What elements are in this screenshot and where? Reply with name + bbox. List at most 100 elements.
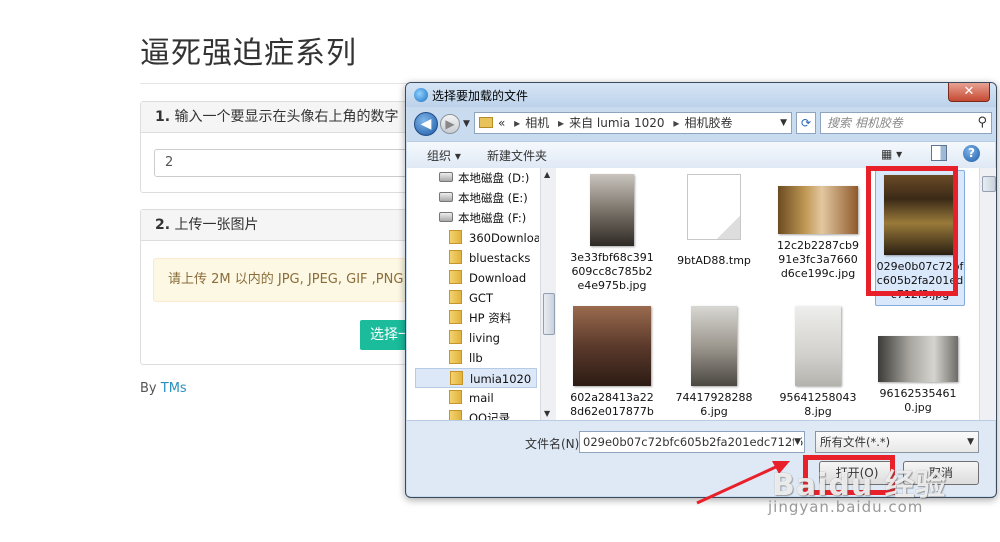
tree-item-label: llb [469,351,483,365]
search-icon[interactable]: ⚲ [977,113,987,133]
tree-item-drive-d[interactable]: 本地磁盘 (D:) [439,168,529,188]
chevron-down-icon[interactable]: ▼ [780,113,787,133]
chevron-down-icon[interactable]: ▼ [967,432,974,452]
tree-item-label: 本地磁盘 (E:) [458,191,528,205]
document-icon [687,174,741,240]
file-name: 744179282886.jpg [675,391,753,418]
address-breadcrumb[interactable]: « ▸ 相机 ▸ 来自 lumia 1020 ▸ 相机胶卷 ▼ [474,112,792,134]
dialog-titlebar: 选择要加载的文件 ✕ [406,83,996,107]
file-item[interactable]: 9btAD88.tmp [671,174,757,268]
tree-item-folder[interactable]: mail [449,388,494,408]
tree-item-label: 360Download [469,231,539,245]
tree-item-folder[interactable]: GCT [449,288,493,308]
file-thumbnail [573,306,651,386]
scroll-thumb[interactable] [543,293,555,335]
tree-item-folder[interactable]: HP 资料 [449,308,511,328]
tree-item-label: QQ记录 [469,411,511,420]
tree-item-label: bluestacks [469,251,531,265]
new-folder-button[interactable]: 新建文件夹 [487,147,547,164]
folder-icon [449,290,462,304]
upload-panel: 2. 上传一张图片 请上传 2M 以内的 JPG, JPEG, GIF ,PNG… [140,209,443,365]
page-title: 逼死强迫症系列 [140,36,357,71]
filename-label: 文件名(N): [525,437,584,451]
folder-icon [449,310,462,324]
breadcrumb-item[interactable]: 相机胶卷 [684,116,732,130]
number-panel-heading: 1. 输入一个要显示在头像右上角的数字 [141,102,441,133]
scroll-up-icon[interactable]: ▲ [544,170,550,179]
file-item[interactable]: 3e33fbf68c391609cc8c785b2e4e975b.jpg [569,174,655,293]
views-icon[interactable]: ▦ ▾ [881,145,919,163]
tree-item-drive-e[interactable]: 本地磁盘 (E:) [439,188,528,208]
address-bar-row: ◀ ▶ ▼ « ▸ 相机 ▸ 来自 lumia 1020 ▸ 相机胶卷 ▼ ⟳ 搜索 … [412,111,992,137]
search-input[interactable]: 搜索 相机胶卷 ⚲ [820,112,992,134]
file-name: 3e33fbf68c391609cc8c785b2e4e975b.jpg [570,251,654,292]
back-arrow-icon[interactable]: ◀ [414,112,438,136]
byline: By TMs [140,381,187,396]
folder-icon [449,390,462,404]
scroll-thumb[interactable] [982,176,996,192]
file-item[interactable]: 12c2b2287cb991e3fc3a7660d6ce199c.jpg [775,174,861,281]
organize-menu[interactable]: 组织 ▾ [427,147,461,164]
file-thumbnail [691,306,737,386]
file-thumbnail [795,306,841,386]
breadcrumb-item[interactable]: 来自 lumia 1020 [569,116,665,130]
file-thumbnail [778,186,858,234]
tree-item-folder[interactable]: QQ记录 [449,408,510,420]
preview-pane-icon[interactable] [931,145,947,161]
file-name: 12c2b2287cb991e3fc3a7660d6ce199c.jpg [776,239,860,280]
file-thumbnail [590,174,634,246]
baidu-watermark-url: jingyan.baidu.com [768,498,924,516]
chevron-right-icon[interactable]: ▸ [514,116,520,130]
filename-input[interactable]: 029e0b07c72bfc605b2fa201edc712f5.jpg ▼ [579,431,805,453]
tree-item-folder[interactable]: living [449,328,500,348]
chevron-down-icon[interactable]: ▼ [794,432,801,452]
tree-item-folder[interactable]: bluestacks [449,248,530,268]
tree-scrollbar[interactable]: ▲ ▼ [540,168,556,420]
help-icon[interactable]: ? [963,145,980,162]
step-number: 1. [155,109,171,125]
file-name: 9btAD88.tmp [677,254,751,267]
author-link[interactable]: TMs [161,381,187,396]
file-name: 961625354610.jpg [879,387,957,414]
tree-item-label: GCT [469,291,493,305]
tree-item-label: lumia1020 [470,372,532,386]
folder-icon [449,270,462,284]
tree-item-folder[interactable]: 360Download [449,228,539,248]
file-list-scrollbar[interactable] [979,168,996,420]
upload-hint-alert: 请上传 2M 以内的 JPG, JPEG, GIF ,PNG 格式图片 [153,258,443,302]
breadcrumb-item[interactable]: 相机 [525,116,549,130]
chevron-right-icon[interactable]: ▸ [558,116,564,130]
breadcrumb-overflow[interactable]: « [498,116,505,130]
filename-value: 029e0b07c72bfc605b2fa201edc712f5.jpg [583,435,805,449]
tree-item-folder[interactable]: llb [449,348,483,368]
file-item[interactable]: 956412580438.jpg [775,306,861,419]
file-name: 956412580438.jpg [779,391,857,418]
number-input[interactable]: 2 [154,149,434,177]
tree-item-label: HP 资料 [469,311,512,325]
filetype-select[interactable]: 所有文件(*.*) ▼ [815,431,979,453]
dialog-toolbar: 组织 ▾ 新建文件夹 ▦ ▾ ? [407,141,995,169]
history-dropdown-icon[interactable]: ▼ [463,119,470,129]
chevron-right-icon[interactable]: ▸ [673,116,679,130]
tree-item-drive-f[interactable]: 本地磁盘 (F:) [439,208,526,228]
tree-item-folder[interactable]: Download [449,268,526,288]
folder-icon [449,410,462,420]
file-item[interactable]: 961625354610.jpg [875,306,961,415]
folder-icon [449,230,462,244]
close-button[interactable]: ✕ [948,83,990,102]
tree-item-label: 本地磁盘 (F:) [458,211,527,225]
step-label: 上传一张图片 [174,217,259,233]
scroll-down-icon[interactable]: ▼ [544,409,550,418]
file-item[interactable]: 602a28413a228d62e017877bcb [569,306,655,420]
ie-icon [414,88,428,102]
folder-icon [449,330,462,344]
refresh-icon[interactable]: ⟳ [796,112,816,134]
folder-icon [449,350,462,364]
tree-item-label: Download [469,271,527,285]
tree-item-label: living [469,331,500,345]
tree-item-folder-selected[interactable]: lumia1020 [415,368,537,388]
folder-icon [479,117,493,128]
file-thumbnail [878,336,958,382]
file-item[interactable]: 744179282886.jpg [671,306,757,419]
forward-arrow-icon[interactable]: ▶ [440,114,460,134]
